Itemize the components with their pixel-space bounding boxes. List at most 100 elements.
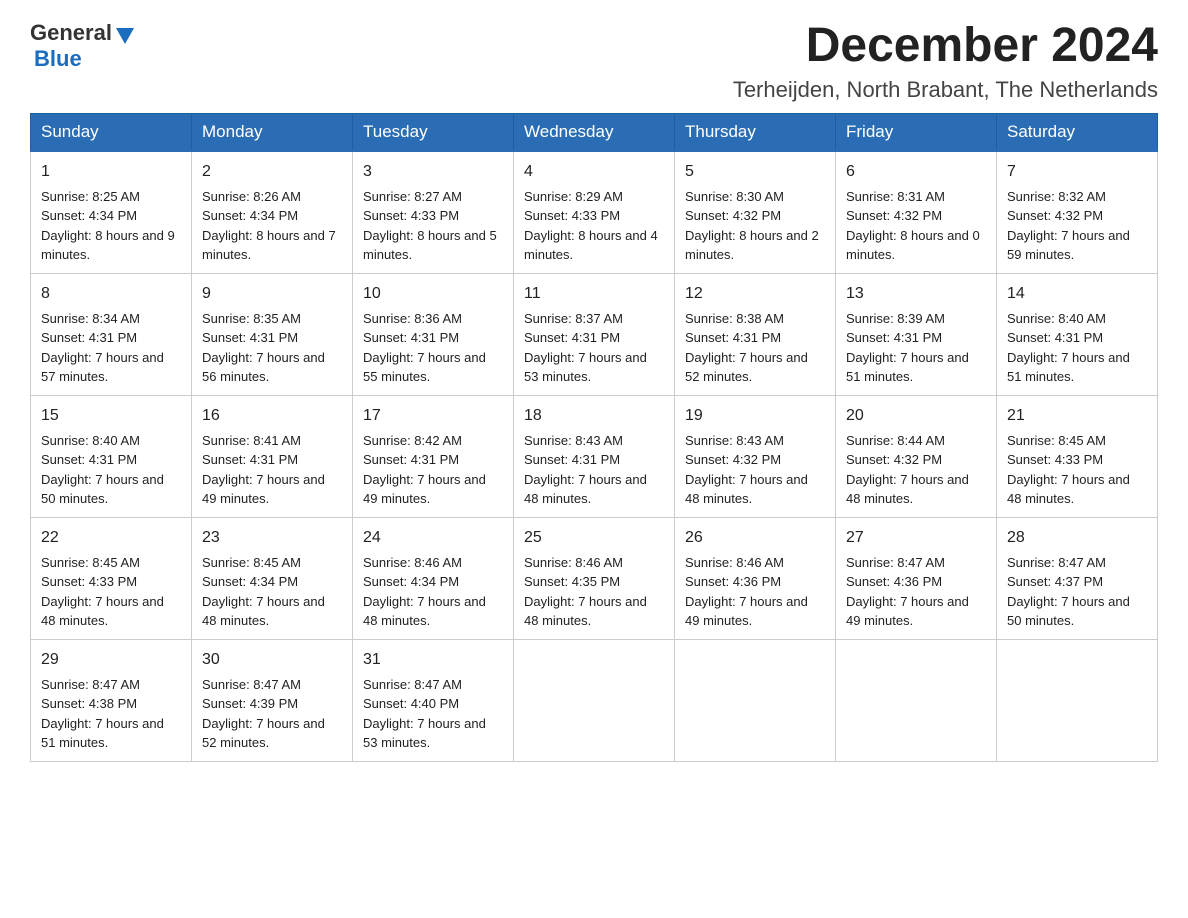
day-info: Sunrise: 8:45 AMSunset: 4:33 PMDaylight:… — [41, 555, 164, 629]
header-friday: Friday — [836, 113, 997, 151]
calendar-day-13: 13Sunrise: 8:39 AMSunset: 4:31 PMDayligh… — [836, 273, 997, 395]
header-wednesday: Wednesday — [514, 113, 675, 151]
day-number: 4 — [524, 160, 664, 184]
day-number: 30 — [202, 648, 342, 672]
header-thursday: Thursday — [675, 113, 836, 151]
calendar-day-24: 24 Sunrise: 8:46 AMSunset: 4:34 PMDayligh… — [353, 517, 514, 639]
day-info: Sunrise: 8:45 AMSunset: 4:34 PMDaylight:… — [202, 555, 325, 629]
day-number: 20 — [846, 404, 986, 428]
calendar-day-2: 2 Sunrise: 8:26 AMSunset: 4:34 PMDaylight… — [192, 151, 353, 274]
day-info: Sunrise: 8:41 AMSunset: 4:31 PMDaylight:… — [202, 433, 325, 507]
day-number: 13 — [846, 282, 986, 306]
calendar-day-12: 12Sunrise: 8:38 AMSunset: 4:31 PMDayligh… — [675, 273, 836, 395]
day-number: 15 — [41, 404, 181, 428]
calendar-day-15: 15 Sunrise: 8:40 AMSunset: 4:31 PMDayligh… — [31, 395, 192, 517]
day-info: Sunrise: 8:37 AMSunset: 4:31 PMDaylight:… — [524, 311, 647, 385]
calendar-day-16: 16 Sunrise: 8:41 AMSunset: 4:31 PMDayligh… — [192, 395, 353, 517]
page-header: General Blue December 2024 Terheijden, N… — [30, 20, 1158, 103]
day-number: 24 — [363, 526, 503, 550]
day-number: 18 — [524, 404, 664, 428]
day-number: 26 — [685, 526, 825, 550]
logo: General Blue — [30, 20, 134, 72]
calendar-week-2: 8Sunrise: 8:34 AMSunset: 4:31 PMDaylight… — [31, 273, 1158, 395]
calendar-day-31: 31Sunrise: 8:47 AMSunset: 4:40 PMDayligh… — [353, 639, 514, 761]
day-info: Sunrise: 8:25 AMSunset: 4:34 PMDaylight:… — [41, 189, 175, 263]
day-number: 28 — [1007, 526, 1147, 550]
day-number: 21 — [1007, 404, 1147, 428]
calendar-day-22: 22 Sunrise: 8:45 AMSunset: 4:33 PMDayligh… — [31, 517, 192, 639]
header-tuesday: Tuesday — [353, 113, 514, 151]
header-monday: Monday — [192, 113, 353, 151]
day-info: Sunrise: 8:27 AMSunset: 4:33 PMDaylight:… — [363, 189, 497, 263]
calendar-day-30: 30 Sunrise: 8:47 AMSunset: 4:39 PMDayligh… — [192, 639, 353, 761]
day-number: 1 — [41, 160, 181, 184]
day-info: Sunrise: 8:46 AMSunset: 4:34 PMDaylight:… — [363, 555, 486, 629]
logo-triangle-icon — [116, 28, 134, 44]
day-info: Sunrise: 8:47 AMSunset: 4:37 PMDaylight:… — [1007, 555, 1130, 629]
day-number: 16 — [202, 404, 342, 428]
month-year-title: December 2024 — [733, 20, 1158, 73]
day-number: 14 — [1007, 282, 1147, 306]
day-info: Sunrise: 8:30 AMSunset: 4:32 PMDaylight:… — [685, 189, 819, 263]
day-info: Sunrise: 8:43 AMSunset: 4:31 PMDaylight:… — [524, 433, 647, 507]
header-sunday: Sunday — [31, 113, 192, 151]
calendar-day-empty — [514, 639, 675, 761]
day-info: Sunrise: 8:38 AMSunset: 4:31 PMDaylight:… — [685, 311, 808, 385]
calendar-day-3: 3Sunrise: 8:27 AMSunset: 4:33 PMDaylight… — [353, 151, 514, 274]
day-info: Sunrise: 8:45 AMSunset: 4:33 PMDaylight:… — [1007, 433, 1130, 507]
calendar-week-5: 29 Sunrise: 8:47 AMSunset: 4:38 PMDayligh… — [31, 639, 1158, 761]
day-info: Sunrise: 8:47 AMSunset: 4:40 PMDaylight:… — [363, 677, 486, 751]
day-info: Sunrise: 8:35 AMSunset: 4:31 PMDaylight:… — [202, 311, 325, 385]
calendar-day-29: 29 Sunrise: 8:47 AMSunset: 4:38 PMDayligh… — [31, 639, 192, 761]
calendar-day-1: 1 Sunrise: 8:25 AMSunset: 4:34 PMDaylight… — [31, 151, 192, 274]
calendar-day-27: 27 Sunrise: 8:47 AMSunset: 4:36 PMDayligh… — [836, 517, 997, 639]
calendar-day-8: 8Sunrise: 8:34 AMSunset: 4:31 PMDaylight… — [31, 273, 192, 395]
day-number: 9 — [202, 282, 342, 306]
day-info: Sunrise: 8:29 AMSunset: 4:33 PMDaylight:… — [524, 189, 658, 263]
calendar-day-empty — [836, 639, 997, 761]
calendar-day-23: 23 Sunrise: 8:45 AMSunset: 4:34 PMDayligh… — [192, 517, 353, 639]
day-number: 19 — [685, 404, 825, 428]
calendar-day-5: 5Sunrise: 8:30 AMSunset: 4:32 PMDaylight… — [675, 151, 836, 274]
calendar-day-19: 19 Sunrise: 8:43 AMSunset: 4:32 PMDayligh… — [675, 395, 836, 517]
calendar-day-21: 21 Sunrise: 8:45 AMSunset: 4:33 PMDayligh… — [997, 395, 1158, 517]
calendar-week-3: 15 Sunrise: 8:40 AMSunset: 4:31 PMDayligh… — [31, 395, 1158, 517]
calendar-day-17: 17Sunrise: 8:42 AMSunset: 4:31 PMDayligh… — [353, 395, 514, 517]
calendar-day-10: 10 Sunrise: 8:36 AMSunset: 4:31 PMDayligh… — [353, 273, 514, 395]
day-number: 17 — [363, 404, 503, 428]
day-number: 22 — [41, 526, 181, 550]
day-info: Sunrise: 8:40 AMSunset: 4:31 PMDaylight:… — [41, 433, 164, 507]
day-number: 2 — [202, 160, 342, 184]
day-info: Sunrise: 8:47 AMSunset: 4:36 PMDaylight:… — [846, 555, 969, 629]
day-info: Sunrise: 8:44 AMSunset: 4:32 PMDaylight:… — [846, 433, 969, 507]
day-info: Sunrise: 8:31 AMSunset: 4:32 PMDaylight:… — [846, 189, 980, 263]
day-number: 6 — [846, 160, 986, 184]
day-info: Sunrise: 8:43 AMSunset: 4:32 PMDaylight:… — [685, 433, 808, 507]
day-info: Sunrise: 8:36 AMSunset: 4:31 PMDaylight:… — [363, 311, 486, 385]
calendar-day-20: 20 Sunrise: 8:44 AMSunset: 4:32 PMDayligh… — [836, 395, 997, 517]
calendar-day-25: 25Sunrise: 8:46 AMSunset: 4:35 PMDayligh… — [514, 517, 675, 639]
day-info: Sunrise: 8:47 AMSunset: 4:39 PMDaylight:… — [202, 677, 325, 751]
location-subtitle: Terheijden, North Brabant, The Netherlan… — [733, 77, 1158, 103]
calendar-day-7: 7Sunrise: 8:32 AMSunset: 4:32 PMDaylight… — [997, 151, 1158, 274]
calendar-week-4: 22 Sunrise: 8:45 AMSunset: 4:33 PMDayligh… — [31, 517, 1158, 639]
calendar-day-18: 18 Sunrise: 8:43 AMSunset: 4:31 PMDayligh… — [514, 395, 675, 517]
calendar-day-28: 28 Sunrise: 8:47 AMSunset: 4:37 PMDayligh… — [997, 517, 1158, 639]
day-number: 29 — [41, 648, 181, 672]
calendar-week-1: 1 Sunrise: 8:25 AMSunset: 4:34 PMDaylight… — [31, 151, 1158, 274]
calendar-header-row: SundayMondayTuesdayWednesdayThursdayFrid… — [31, 113, 1158, 151]
day-info: Sunrise: 8:47 AMSunset: 4:38 PMDaylight:… — [41, 677, 164, 751]
day-number: 27 — [846, 526, 986, 550]
day-number: 10 — [363, 282, 503, 306]
day-info: Sunrise: 8:26 AMSunset: 4:34 PMDaylight:… — [202, 189, 336, 263]
calendar-day-empty — [997, 639, 1158, 761]
day-number: 25 — [524, 526, 664, 550]
day-number: 11 — [524, 282, 664, 306]
calendar-day-6: 6 Sunrise: 8:31 AMSunset: 4:32 PMDaylight… — [836, 151, 997, 274]
calendar-day-empty — [675, 639, 836, 761]
calendar-day-11: 11 Sunrise: 8:37 AMSunset: 4:31 PMDayligh… — [514, 273, 675, 395]
calendar-day-26: 26Sunrise: 8:46 AMSunset: 4:36 PMDayligh… — [675, 517, 836, 639]
day-number: 8 — [41, 282, 181, 306]
day-info: Sunrise: 8:40 AMSunset: 4:31 PMDaylight:… — [1007, 311, 1130, 385]
day-number: 23 — [202, 526, 342, 550]
